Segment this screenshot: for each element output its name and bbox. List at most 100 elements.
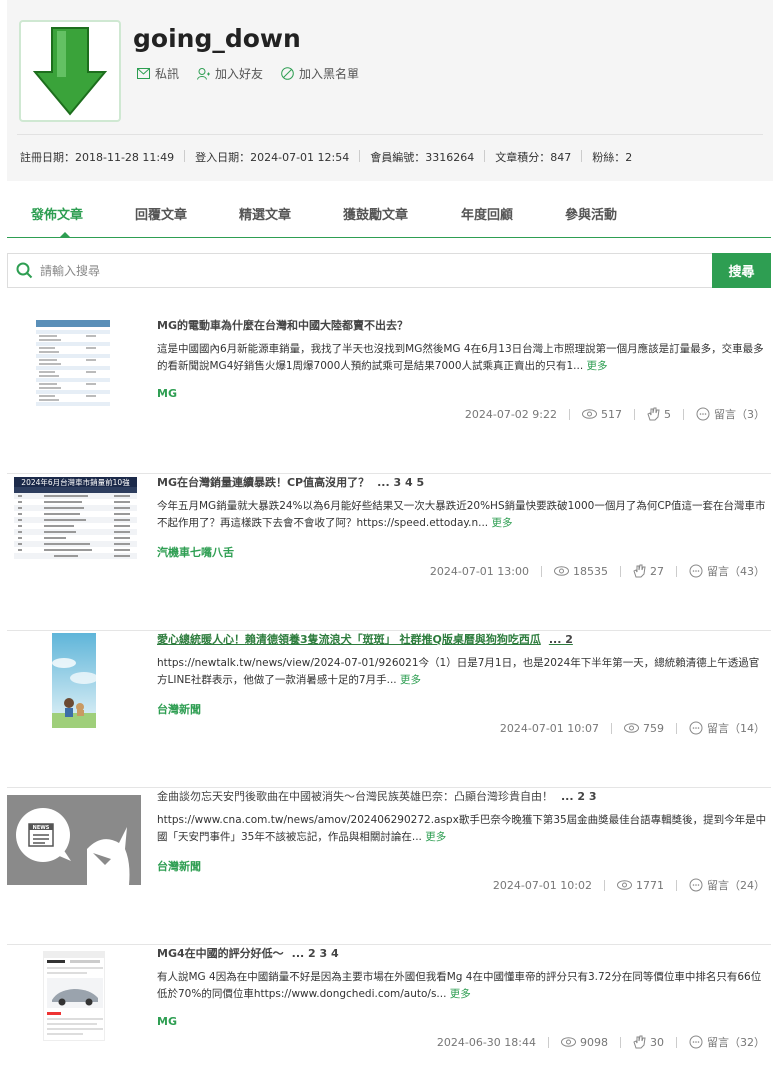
post-thumbnail[interactable] [52,633,96,728]
post-thumbnail[interactable]: NEWS [7,795,141,885]
post-thumbnail[interactable]: 2024年6月台灣車市銷量前10強 [14,477,137,570]
clap-icon [647,407,660,421]
comments-link[interactable]: 留言（3） [696,406,765,422]
profile-actions: 私訊 加入好友 加入黑名單 [137,65,377,82]
stat-divider [359,150,361,162]
post-title[interactable]: 金曲談勿忘天安門後歌曲在中國被消失～台灣民族英雄巴奈：凸顯台灣珍貴自由！ ... … [157,788,597,804]
news-label: NEWS [33,825,50,831]
block-icon [281,67,294,80]
post-title[interactable]: MG的電動車為什麼在台灣和中國大陸都賣不出去？ [157,317,408,333]
post-thumbnail[interactable] [36,320,110,414]
comments-text: 留言（32） [707,1036,765,1049]
post-pages[interactable]: ... 2 3 4 [292,947,339,960]
comments-link[interactable]: 留言（43） [689,563,765,579]
tab-featured[interactable]: 精選文章 [239,204,291,223]
login-date: 登入日期：2024-07-01 12:54 [195,151,350,164]
profile-stats: 註冊日期：2018-11-28 11:49 登入日期：2024-07-01 12… [20,149,632,165]
post-excerpt: 有人說MG 4因為在中國銷量不好是因為主要市場在外國但我看Mg 4在中國懂車帝的… [157,969,769,1003]
add-friend-label: 加入好友 [215,67,264,81]
views-count: 517 [582,408,622,421]
tab-encouraged[interactable]: 獲鼓勵文章 [343,204,408,223]
more-link[interactable]: 更多 [450,988,471,1000]
tab-replies[interactable]: 回覆文章 [135,204,187,223]
more-link[interactable]: 更多 [425,831,446,843]
comment-icon [689,1035,703,1049]
message-button[interactable]: 私訊 [137,65,179,82]
search-input[interactable] [40,254,710,287]
views-value: 9098 [580,1035,608,1049]
post-thumbnail[interactable] [43,951,105,1041]
divider [17,134,763,135]
tab-activities[interactable]: 參與活動 [565,204,617,223]
sales-table-image: 2024年6月台灣車市銷量前10強 [14,477,137,570]
comments-text: 留言（43） [707,565,765,578]
tab-annual-review[interactable]: 年度回顧 [461,204,513,223]
likes-count[interactable]: 27 [633,564,664,578]
more-link[interactable]: 更多 [587,360,608,372]
views-value: 517 [601,407,622,421]
post-meta: 2024-06-30 18:44 9098 30 留言（32） [437,1034,765,1050]
eye-icon [582,409,597,419]
search-icon [16,262,33,279]
meta-divider [604,879,605,891]
active-tab-indicator [60,232,70,237]
post-date: 2024-07-01 10:02 [492,878,592,892]
post-item: 愛心總統暖人心！賴清德領養3隻流浪犬「斑斑」 社群推Q版桌曆與狗狗吃西瓜 ... … [7,631,771,788]
likes-value: 5 [664,407,671,421]
post-item: 2024年6月台灣車市銷量前10強 MG在台灣銷量連續暴跌！CP值高沒用了？..… [7,474,771,631]
avatar [19,20,121,122]
clap-icon [633,564,646,578]
post-pages[interactable]: ... 3 4 5 [377,476,424,489]
comments-text: 留言（24） [707,879,765,892]
post-date: 2024-07-01 13:00 [429,564,529,578]
excerpt-text: https://www.cna.com.tw/news/amov/2024062… [157,814,767,843]
post-tag[interactable]: 台灣新聞 [157,701,201,717]
add-friend-button[interactable]: 加入好友 [197,65,263,82]
username: going_down [133,24,301,53]
search-bar: 搜尋 [7,253,771,288]
meta-divider [620,565,621,577]
views-value: 759 [643,721,664,735]
post-date: 2024-07-01 10:07 [499,721,599,735]
meta-divider [683,408,684,420]
views-count: 9098 [561,1036,608,1049]
post-tag[interactable]: 汽機車七嘴八舌 [157,544,234,560]
fans-count: 粉絲：2 [592,151,633,164]
member-number: 會員編號：3316264 [370,151,475,164]
more-link[interactable]: 更多 [400,674,421,686]
eye-icon [561,1037,576,1047]
post-tag[interactable]: MG [157,387,177,400]
message-label: 私訊 [155,67,180,81]
post-pages[interactable]: ... 2 [549,633,573,646]
post-pages[interactable]: ... 2 3 [561,790,597,803]
views-value: 1771 [636,878,664,892]
post-tag[interactable]: MG [157,1015,177,1028]
post-item: NEWS 金曲談勿忘天安門後歌曲在中國被消失～台灣民族英雄巴奈：凸顯台灣珍貴自由… [7,788,771,945]
search-button[interactable]: 搜尋 [712,253,771,288]
post-title[interactable]: MG4在中國的評分好低～ ... 2 3 4 [157,945,339,961]
likes-count[interactable]: 30 [633,1035,664,1049]
tab-posts[interactable]: 發佈文章 [31,204,83,223]
envelope-icon [137,68,150,79]
clap-icon [633,1035,646,1049]
comments-text: 留言（3） [714,408,765,421]
comments-link[interactable]: 留言（24） [689,877,765,893]
meta-divider [548,1036,549,1048]
meta-divider [620,1036,621,1048]
post-title[interactable]: 愛心總統暖人心！賴清德領養3隻流浪犬「斑斑」 社群推Q版桌曆與狗狗吃西瓜 ... … [157,631,573,647]
more-link[interactable]: 更多 [491,517,512,529]
comments-link[interactable]: 留言（32） [689,1034,765,1050]
down-arrow-icon [32,27,108,116]
post-title-text: MG在台灣銷量連續暴跌！CP值高沒用了？ [157,476,370,489]
post-tag[interactable]: 台灣新聞 [157,858,201,874]
eye-icon [624,723,639,733]
profile-card: going_down 私訊 加入好友 加入黑名單 註冊日期：2018-11-28… [7,0,773,181]
post-title[interactable]: MG在台灣銷量連續暴跌！CP值高沒用了？ ... 3 4 5 [157,474,424,490]
likes-count[interactable]: 5 [647,407,671,421]
meta-divider [541,565,542,577]
comments-link[interactable]: 留言（14） [689,720,765,736]
comment-icon [696,407,710,421]
blacklist-button[interactable]: 加入黑名單 [281,65,359,82]
post-title-text: 金曲談勿忘天安門後歌曲在中國被消失～台灣民族英雄巴奈：凸顯台灣珍貴自由！ [157,790,553,803]
post-date: 2024-06-30 18:44 [436,1035,536,1049]
